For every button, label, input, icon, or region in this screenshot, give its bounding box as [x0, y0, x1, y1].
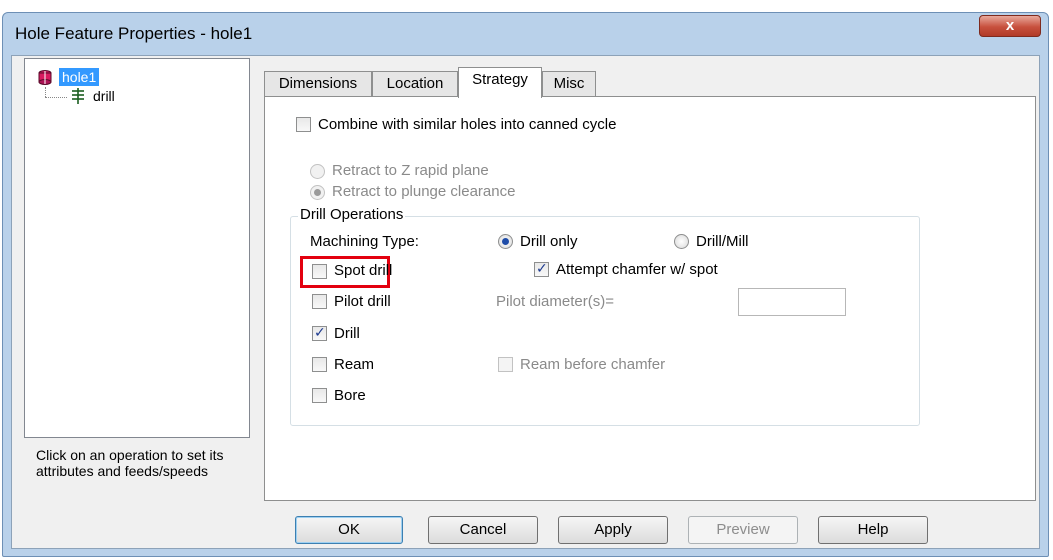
retract-z-radio[interactable] [310, 164, 325, 179]
hole-feature-icon [38, 70, 52, 85]
tree-connector [45, 87, 47, 97]
ok-button[interactable]: OK [295, 516, 403, 544]
tab-dimensions[interactable]: Dimensions [264, 71, 372, 97]
ream-label: Ream [334, 356, 375, 373]
drill-label: Drill [334, 325, 360, 342]
ream-before-chamfer-label: Ream before chamfer [520, 356, 666, 373]
help-button[interactable]: Help [818, 516, 928, 544]
tree-hint-text: Click on an operation to set its attribu… [36, 447, 224, 479]
retract-plunge-label: Retract to plunge clearance [332, 183, 516, 200]
spot-drill-checkbox[interactable] [312, 264, 327, 279]
drill-mill-radio[interactable] [674, 234, 689, 249]
tree-item-hole1-label: hole1 [59, 68, 100, 86]
apply-button[interactable]: Apply [558, 516, 668, 544]
tree-item-drill-label: drill [93, 88, 115, 104]
tab-strategy[interactable]: Strategy [458, 67, 542, 98]
tree-connector [45, 97, 67, 99]
machining-type-label: Machining Type: [310, 233, 419, 250]
tab-misc[interactable]: Misc [542, 71, 596, 97]
spot-drill-label: Spot drill [334, 262, 393, 279]
close-button[interactable]: x [979, 15, 1041, 37]
bore-checkbox[interactable] [312, 388, 327, 403]
combine-checkbox[interactable] [296, 117, 311, 132]
tree-item-drill[interactable]: drill [69, 87, 115, 105]
drill-operation-icon [72, 88, 84, 104]
tree-item-hole1[interactable]: hole1 [37, 67, 100, 87]
operation-tree[interactable]: hole1 drill [24, 58, 250, 438]
retract-plunge-radio[interactable] [310, 185, 325, 200]
drill-only-radio[interactable] [498, 234, 513, 249]
pilot-drill-checkbox[interactable] [312, 294, 327, 309]
top-strip [0, 0, 1053, 12]
drill-operations-group-label: Drill Operations [298, 206, 406, 223]
combine-label: Combine with similar holes into canned c… [318, 116, 617, 133]
tab-location[interactable]: Location [372, 71, 458, 97]
attempt-chamfer-checkbox[interactable] [534, 260, 549, 277]
bore-label: Bore [334, 387, 366, 404]
close-icon: x [1005, 17, 1015, 34]
ream-checkbox[interactable] [312, 357, 327, 372]
cancel-button[interactable]: Cancel [428, 516, 538, 544]
ream-before-chamfer-checkbox[interactable] [498, 357, 513, 372]
pilot-diameter-label: Pilot diameter(s)= [496, 293, 614, 310]
drill-mill-label: Drill/Mill [696, 233, 749, 250]
drill-only-label: Drill only [520, 233, 578, 250]
pilot-drill-label: Pilot drill [334, 293, 391, 310]
window-title: Hole Feature Properties - hole1 [15, 24, 253, 43]
pilot-diameter-input[interactable] [738, 288, 846, 316]
retract-z-label: Retract to Z rapid plane [332, 162, 489, 179]
preview-button[interactable]: Preview [688, 516, 798, 544]
attempt-chamfer-label: Attempt chamfer w/ spot [556, 261, 718, 278]
title-bar: Hole Feature Properties - hole1 x [3, 13, 1048, 55]
drill-checkbox[interactable] [312, 324, 327, 341]
